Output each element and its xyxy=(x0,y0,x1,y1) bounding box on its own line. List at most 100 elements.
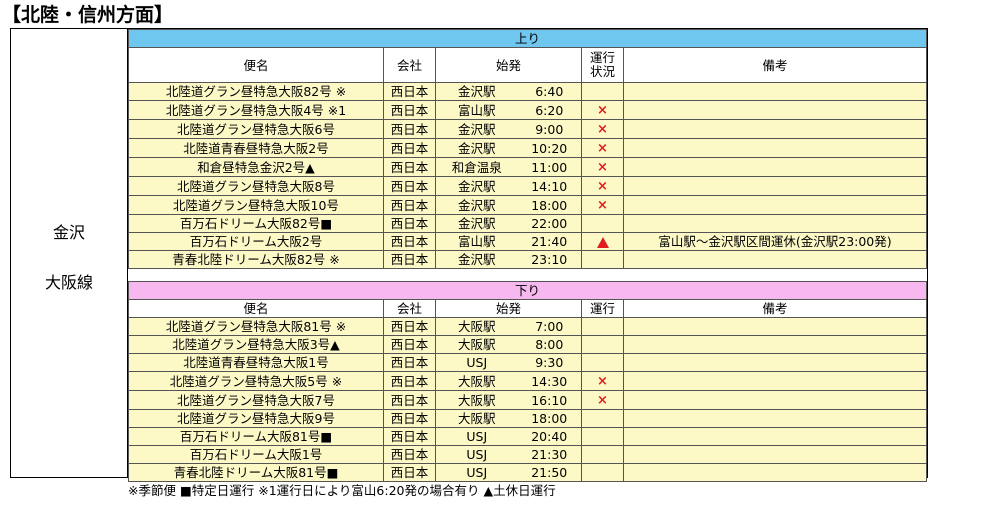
station-cell: 金沢駅 xyxy=(435,195,518,215)
company-cell: 西日本 xyxy=(383,214,436,233)
service-name-cell: 北陸道青春昼特急大阪1号 xyxy=(128,353,384,372)
station-cell: USJ xyxy=(435,353,518,372)
table-row: 北陸道グラン昼特急大阪9号 西日本 大阪駅 18:00 xyxy=(128,409,927,428)
note-cell xyxy=(623,335,927,354)
note-cell xyxy=(623,445,927,464)
company-cell: 西日本 xyxy=(383,353,436,372)
up-column-headers: 便名 会社 始発 運行 状況 備考 xyxy=(128,47,927,83)
status-cell xyxy=(581,214,624,233)
status-cell: × xyxy=(581,390,624,410)
note-cell xyxy=(623,100,927,120)
station-cell: 和倉温泉 xyxy=(435,157,518,177)
table-row: 北陸道青春昼特急大阪1号 西日本 USJ 9:30 xyxy=(128,353,927,372)
note-cell xyxy=(623,195,927,215)
down-column-headers: 便名 会社 始発 運行 備考 xyxy=(128,299,927,318)
down-direction-header: 下り xyxy=(128,281,927,300)
time-cell: 21:40 xyxy=(517,232,582,251)
time-cell: 22:00 xyxy=(517,214,582,233)
service-name-cell: 北陸道グラン昼特急大阪4号 ※1 xyxy=(128,100,384,120)
route-label-line-2: 大阪線 xyxy=(44,273,93,292)
service-name-cell: 北陸道グラン昼特急大阪6号 xyxy=(128,119,384,139)
time-cell: 23:10 xyxy=(517,250,582,269)
table-row: 北陸道グラン昼特急大阪5号 ※ 西日本 大阪駅 14:30 × xyxy=(128,371,927,391)
service-name-cell: 北陸道グラン昼特急大阪7号 xyxy=(128,390,384,410)
table-row: 和倉昼特急金沢2号▲ 西日本 和倉温泉 11:00 × xyxy=(128,157,927,177)
time-cell: 14:30 xyxy=(517,371,582,391)
header-status: 運行 xyxy=(581,299,624,318)
time-cell: 21:30 xyxy=(517,445,582,464)
service-name-cell: 北陸道グラン昼特急大阪5号 ※ xyxy=(128,371,384,391)
station-cell: 金沢駅 xyxy=(435,214,518,233)
note-cell xyxy=(623,371,927,391)
status-cell: × xyxy=(581,195,624,215)
note-cell xyxy=(623,157,927,177)
header-name: 便名 xyxy=(128,47,384,83)
service-name-cell: 百万石ドリーム大阪2号 xyxy=(128,232,384,251)
cancelled-x-icon: × xyxy=(597,160,608,175)
cancelled-x-icon: × xyxy=(597,122,608,137)
note-cell xyxy=(623,138,927,158)
cancelled-x-icon: × xyxy=(597,103,608,118)
note-cell xyxy=(623,176,927,196)
status-cell xyxy=(581,353,624,372)
company-cell: 西日本 xyxy=(383,371,436,391)
status-cell xyxy=(581,445,624,464)
company-cell: 西日本 xyxy=(383,100,436,120)
station-cell: 富山駅 xyxy=(435,232,518,251)
station-cell: 大阪駅 xyxy=(435,317,518,336)
note-cell xyxy=(623,353,927,372)
header-company: 会社 xyxy=(383,47,436,83)
service-name-cell: 百万石ドリーム大阪1号 xyxy=(128,445,384,464)
time-cell: 9:30 xyxy=(517,353,582,372)
table-row: 百万石ドリーム大阪2号 西日本 富山駅 21:40 富山駅～金沢駅区間運休(金沢駅23:… xyxy=(128,232,927,251)
station-cell: 金沢駅 xyxy=(435,176,518,196)
table-row: 北陸道グラン昼特急大阪7号 西日本 大阪駅 16:10 × xyxy=(128,390,927,410)
header-status: 運行 状況 xyxy=(581,47,624,83)
station-cell: 大阪駅 xyxy=(435,371,518,391)
service-name-cell: 北陸道グラン昼特急大阪8号 xyxy=(128,176,384,196)
company-cell: 西日本 xyxy=(383,119,436,139)
company-cell: 西日本 xyxy=(383,176,436,196)
company-cell: 西日本 xyxy=(383,427,436,446)
service-name-cell: 百万石ドリーム大阪81号■ xyxy=(128,427,384,446)
down-schedule-table: 下り 便名 会社 始発 運行 備考 北陸道グラン昼特急大阪81号 ※ 西日本 大阪駅… xyxy=(128,281,927,482)
note-cell xyxy=(623,427,927,446)
note-cell: 富山駅～金沢駅区間運休(金沢駅23:00発) xyxy=(623,232,927,251)
note-cell xyxy=(623,82,927,101)
company-cell: 西日本 xyxy=(383,409,436,428)
station-cell: 富山駅 xyxy=(435,100,518,120)
station-cell: USJ xyxy=(435,463,518,482)
status-cell xyxy=(581,317,624,336)
note-cell xyxy=(623,250,927,269)
time-cell: 18:00 xyxy=(517,409,582,428)
time-cell: 16:10 xyxy=(517,390,582,410)
status-cell xyxy=(581,82,624,101)
route-label-line-1: 金沢 xyxy=(52,223,85,242)
cancelled-x-icon: × xyxy=(597,141,608,156)
up-schedule-table: 上り 便名 会社 始発 運行 状況 備考 北陸道グラン昼特急大阪82号 ※ 西日本… xyxy=(128,29,927,269)
up-direction-header: 上り xyxy=(128,29,927,48)
company-cell: 西日本 xyxy=(383,445,436,464)
time-cell: 21:50 xyxy=(517,463,582,482)
table-row: 青春北陸ドリーム大阪82号 ※ 西日本 金沢駅 23:10 xyxy=(128,250,927,269)
header-notes: 備考 xyxy=(623,47,927,83)
service-name-cell: 北陸道グラン昼特急大阪81号 ※ xyxy=(128,317,384,336)
status-cell: × xyxy=(581,119,624,139)
status-cell xyxy=(581,335,624,354)
table-row: 北陸道グラン昼特急大阪82号 ※ 西日本 金沢駅 6:40 xyxy=(128,82,927,101)
header-company: 会社 xyxy=(383,299,436,318)
table-row: 北陸道グラン昼特急大阪4号 ※1 西日本 富山駅 6:20 × xyxy=(128,100,927,120)
station-cell: 大阪駅 xyxy=(435,335,518,354)
cancelled-x-icon: × xyxy=(597,393,608,408)
time-cell: 20:40 xyxy=(517,427,582,446)
header-notes: 備考 xyxy=(623,299,927,318)
table-row: 北陸道グラン昼特急大阪10号 西日本 金沢駅 18:00 × xyxy=(128,195,927,215)
route-label: 金沢 大阪線 xyxy=(10,28,128,478)
header-departure: 始発 xyxy=(435,299,582,318)
table-row: 百万石ドリーム大阪82号■ 西日本 金沢駅 22:00 xyxy=(128,214,927,233)
time-cell: 10:20 xyxy=(517,138,582,158)
time-cell: 6:20 xyxy=(517,100,582,120)
service-name-cell: 北陸道青春昼特急大阪2号 xyxy=(128,138,384,158)
station-cell: 金沢駅 xyxy=(435,82,518,101)
service-name-cell: 和倉昼特急金沢2号▲ xyxy=(128,157,384,177)
